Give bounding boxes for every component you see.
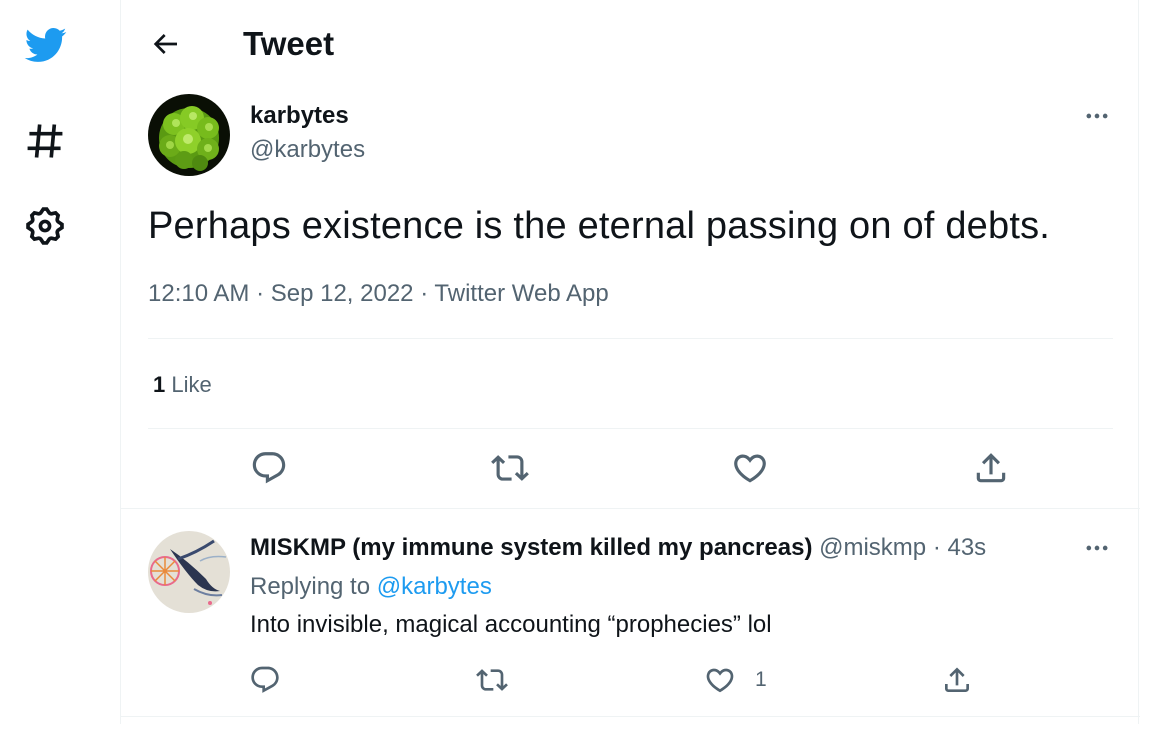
reply-button[interactable] <box>244 443 294 493</box>
likes-count: 1 <box>153 372 166 397</box>
twitter-logo-button[interactable] <box>18 18 72 72</box>
replying-to: Replying to @karbytes <box>250 571 492 603</box>
reply-reply-button[interactable] <box>249 660 281 700</box>
gear-icon <box>26 207 64 245</box>
reply-retweet-button[interactable] <box>476 660 508 700</box>
divider <box>148 338 1113 339</box>
tweet-more-button[interactable] <box>1077 101 1117 131</box>
meta-separator: · <box>932 534 941 561</box>
likes-summary[interactable]: 1 Like <box>153 369 212 401</box>
page-header: Tweet <box>121 0 1140 88</box>
back-button[interactable] <box>143 22 187 66</box>
reply-like-count: 1 <box>755 668 767 691</box>
share-icon <box>976 453 1006 483</box>
more-dots-icon <box>1086 545 1108 551</box>
reply-more-button[interactable] <box>1077 533 1117 563</box>
main-column: Tweet karbytes @karbytes Perhaps existen… <box>120 0 1140 724</box>
tweet-meta[interactable]: 12:10 AM · Sep 12, 2022 · Twitter Web Ap… <box>148 278 609 310</box>
divider <box>121 508 1140 509</box>
likes-label: Like <box>171 372 212 397</box>
reply-time[interactable]: 43s <box>947 534 986 561</box>
tweet-text: Perhaps existence is the eternal passing… <box>148 205 1051 247</box>
reply-text: Into invisible, magical accounting “prop… <box>250 611 772 638</box>
more-dots-icon <box>1086 113 1108 119</box>
settings-button[interactable] <box>18 199 72 253</box>
explore-button[interactable] <box>18 114 72 168</box>
share-icon <box>945 667 969 692</box>
tweet-author-handle[interactable]: @karbytes <box>250 134 365 166</box>
retweet-button[interactable] <box>485 443 535 493</box>
left-sidebar <box>0 0 120 730</box>
romanesco-avatar-image <box>148 94 230 176</box>
like-button[interactable] <box>725 443 775 493</box>
reply-author-handle[interactable]: @miskmp <box>819 534 926 561</box>
artwork-avatar-image <box>148 531 230 613</box>
hashtag-icon <box>27 124 63 158</box>
retweet-icon <box>491 455 529 481</box>
reply-like-button[interactable]: 1 <box>704 660 767 700</box>
arrow-left-icon <box>153 34 177 54</box>
reply-icon <box>251 666 279 693</box>
divider <box>121 716 1140 717</box>
reply-icon <box>252 452 286 484</box>
page-title: Tweet <box>243 25 335 62</box>
avatar[interactable] <box>148 531 230 613</box>
like-icon <box>734 454 766 483</box>
replying-to-label: Replying to <box>250 573 371 600</box>
share-button[interactable] <box>966 443 1016 493</box>
retweet-icon <box>476 669 508 691</box>
replying-to-mention[interactable]: @karbytes <box>377 573 492 600</box>
reply-author-name[interactable]: MISKMP (my immune system killed my pancr… <box>250 534 812 561</box>
like-icon <box>706 668 734 693</box>
reply-share-button[interactable] <box>941 660 973 700</box>
avatar[interactable] <box>148 94 230 176</box>
twitter-bird-icon <box>24 28 67 62</box>
reply-header: MISKMP (my immune system killed my pancr… <box>250 532 986 564</box>
tweet-author-name[interactable]: karbytes <box>250 100 349 132</box>
divider <box>148 428 1113 429</box>
